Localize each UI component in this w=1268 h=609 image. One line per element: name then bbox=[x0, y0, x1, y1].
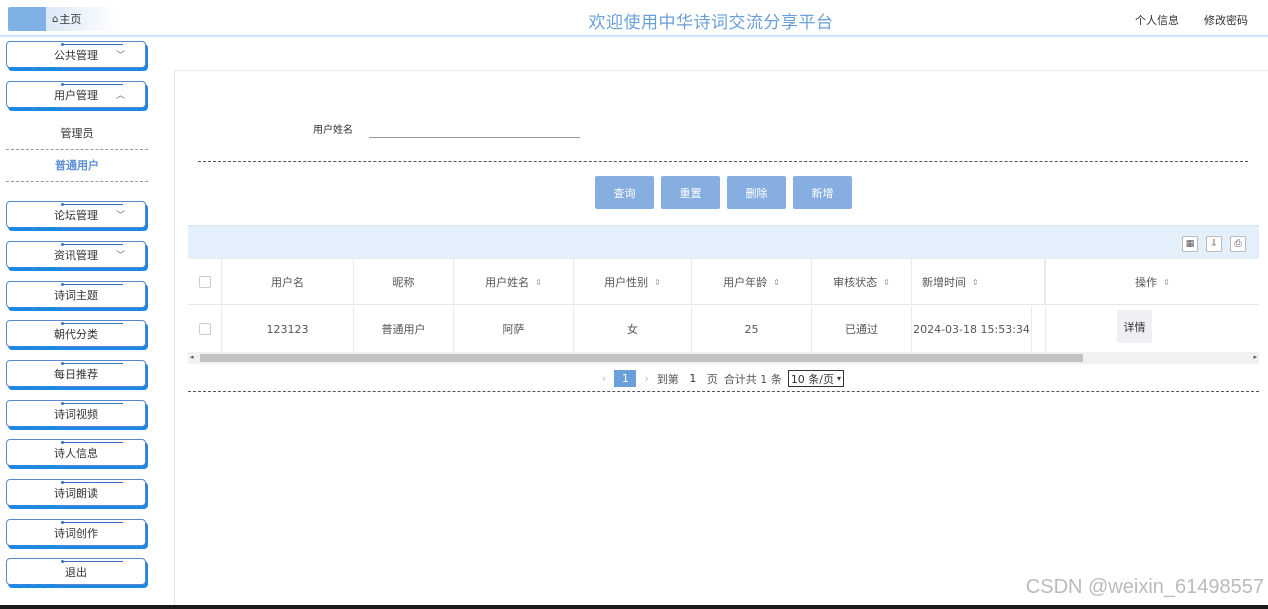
column-header-created[interactable]: 新增时间 ⇕ bbox=[912, 259, 1045, 305]
menu-label: 朝代分类 bbox=[54, 327, 98, 341]
menu-poem-reading[interactable]: 诗词朗读 bbox=[6, 479, 146, 508]
current-page[interactable]: 1 bbox=[614, 370, 637, 387]
menu-user-management[interactable]: 用户管理 ︿ bbox=[6, 81, 146, 110]
cell-realname: 阿萨 bbox=[454, 306, 574, 352]
sort-icon: ⇕ bbox=[883, 277, 890, 287]
page-suffix: 页 bbox=[706, 372, 718, 386]
column-header-username: 用户名 bbox=[222, 259, 354, 305]
sort-icon: ⇕ bbox=[1163, 277, 1170, 287]
row-checkbox[interactable] bbox=[198, 323, 211, 335]
chevron-up-icon: ︿ bbox=[115, 91, 125, 101]
scroll-left-icon[interactable]: ◂ bbox=[190, 353, 194, 361]
profile-link[interactable]: 个人信息 bbox=[1135, 12, 1179, 28]
select-all-cell bbox=[188, 259, 222, 305]
cell-status: 已通过 bbox=[812, 306, 912, 352]
chevron-down-icon: ﹀ bbox=[115, 251, 125, 261]
sort-icon: ⇕ bbox=[654, 277, 661, 287]
site-title: 欢迎使用中华诗词交流分享平台 bbox=[588, 13, 834, 33]
submenu-normal-user[interactable]: 普通用户 bbox=[6, 149, 148, 182]
sidebar: 公共管理 ﹀ 用户管理 ︿ 管理员 普通用户 论坛管理 ﹀ 资讯管理 ﹀ 诗词主… bbox=[0, 38, 152, 609]
column-header-age[interactable]: 用户年龄 ⇕ bbox=[692, 259, 812, 305]
cell-nickname: 普通用户 bbox=[354, 306, 454, 352]
menu-label: 诗人信息 bbox=[54, 446, 98, 460]
goto-label: 到第 bbox=[656, 372, 679, 386]
menu-label: 诗词朗读 bbox=[54, 486, 98, 500]
menu-dynasty-categories[interactable]: 朝代分类 bbox=[6, 320, 146, 349]
menu-poem-topics[interactable]: 诗词主题 bbox=[6, 281, 146, 310]
detail-button[interactable]: 详情 bbox=[1117, 310, 1152, 343]
table-header: 用户名 昵称 用户姓名 ⇕ 用户性别 ⇕ 用户年龄 ⇕ 审核状态 ⇕ 新增时间 ⇕ 操作 ⇕ bbox=[188, 259, 1259, 305]
watermark: CSDN @weixin_61498557 bbox=[1025, 576, 1264, 598]
menu-label: 诗词视频 bbox=[54, 407, 98, 421]
print-icon[interactable]: ⎙ bbox=[1230, 236, 1246, 252]
menu-logout[interactable]: 退出 bbox=[6, 558, 146, 587]
menu-poem-creation[interactable]: 诗词创作 bbox=[6, 519, 146, 548]
bottom-bar bbox=[0, 605, 1268, 609]
page-size-select[interactable]: 10 条/页 ▾ bbox=[787, 370, 845, 387]
user-table: ▦ ⇩ ⎙ 用户名 昵称 用户姓名 ⇕ 用户性别 ⇕ 用户年龄 ⇕ 审核状态 ⇕ 新增时… bbox=[188, 225, 1259, 392]
table-row: 123123 普通用户 阿萨 女 25 已通过 2024-03-18 15:53… bbox=[188, 306, 1259, 352]
column-header-nickname: 昵称 bbox=[354, 259, 454, 305]
submenu-admin[interactable]: 管理员 bbox=[6, 117, 148, 150]
menu-label: 诗词创作 bbox=[54, 526, 98, 540]
row-select-cell bbox=[188, 306, 222, 352]
scroll-right-icon[interactable]: ▸ bbox=[1253, 353, 1257, 361]
goto-page-input[interactable] bbox=[678, 370, 707, 387]
horizontal-scrollbar[interactable]: ◂ ▸ bbox=[188, 352, 1259, 364]
reset-button[interactable]: 重置 bbox=[661, 176, 720, 209]
select-all-checkbox[interactable] bbox=[198, 276, 211, 288]
column-header-realname[interactable]: 用户姓名 ⇕ bbox=[454, 259, 574, 305]
content-top-border bbox=[174, 70, 1268, 71]
column-header-status[interactable]: 审核状态 ⇕ bbox=[812, 259, 912, 305]
menu-daily-recommend[interactable]: 每日推荐 bbox=[6, 360, 146, 389]
menu-label: 诗词主题 bbox=[54, 288, 98, 302]
total-count: 合计共 1 条 bbox=[723, 372, 782, 386]
cell-actions: 详情 bbox=[1045, 306, 1259, 352]
cell-gender: 女 bbox=[574, 306, 692, 352]
cell-username: 123123 bbox=[222, 306, 354, 352]
menu-public-management[interactable]: 公共管理 ﹀ bbox=[6, 41, 146, 70]
menu-label: 资讯管理 bbox=[54, 248, 98, 262]
query-button[interactable]: 查询 bbox=[595, 176, 654, 209]
divider bbox=[198, 161, 1248, 162]
columns-icon[interactable]: ▦ bbox=[1182, 236, 1198, 252]
sort-icon: ⇕ bbox=[535, 277, 542, 287]
sort-icon: ⇕ bbox=[972, 277, 979, 287]
sort-icon: ⇕ bbox=[773, 277, 780, 287]
top-bar: ⌂ 主页 欢迎使用中华诗词交流分享平台 个人信息 修改密码 bbox=[0, 0, 1268, 38]
chevron-down-icon: ▾ bbox=[837, 374, 842, 383]
menu-poet-info[interactable]: 诗人信息 bbox=[6, 439, 146, 468]
menu-poem-videos[interactable]: 诗词视频 bbox=[6, 400, 146, 429]
pagination: ‹ 1 › 到第 页 合计共 1 条 10 条/页 ▾ bbox=[594, 370, 845, 387]
chevron-down-icon: ﹀ bbox=[115, 211, 125, 221]
delete-button[interactable]: 删除 bbox=[727, 176, 786, 209]
cell-age: 25 bbox=[692, 306, 812, 352]
chevron-down-icon: ﹀ bbox=[115, 51, 125, 61]
column-header-gender[interactable]: 用户性别 ⇕ bbox=[574, 259, 692, 305]
cell-created: 2024-03-18 15:53:34 bbox=[912, 306, 1032, 352]
content-border bbox=[174, 70, 175, 609]
add-button[interactable]: 新增 bbox=[793, 176, 852, 209]
top-bar-divider bbox=[0, 35, 1268, 38]
column-header-actions[interactable]: 操作 ⇕ bbox=[1045, 259, 1259, 305]
search-label: 用户姓名 bbox=[313, 125, 353, 136]
menu-label: 公共管理 bbox=[54, 48, 98, 62]
prev-page-icon[interactable]: ‹ bbox=[602, 372, 606, 385]
menu-news-management[interactable]: 资讯管理 ﹀ bbox=[6, 241, 146, 270]
table-toolbar: ▦ ⇩ ⎙ bbox=[188, 225, 1259, 259]
change-password-link[interactable]: 修改密码 bbox=[1204, 12, 1248, 28]
scroll-thumb[interactable] bbox=[200, 354, 1083, 362]
export-icon[interactable]: ⇩ bbox=[1206, 236, 1222, 252]
menu-label: 每日推荐 bbox=[54, 367, 98, 381]
next-page-icon[interactable]: › bbox=[644, 372, 648, 385]
menu-forum-management[interactable]: 论坛管理 ﹀ bbox=[6, 201, 146, 230]
realname-search-input[interactable] bbox=[369, 118, 580, 138]
menu-label: 退出 bbox=[65, 565, 87, 579]
menu-label: 论坛管理 bbox=[54, 208, 98, 222]
menu-label: 用户管理 bbox=[54, 88, 98, 102]
